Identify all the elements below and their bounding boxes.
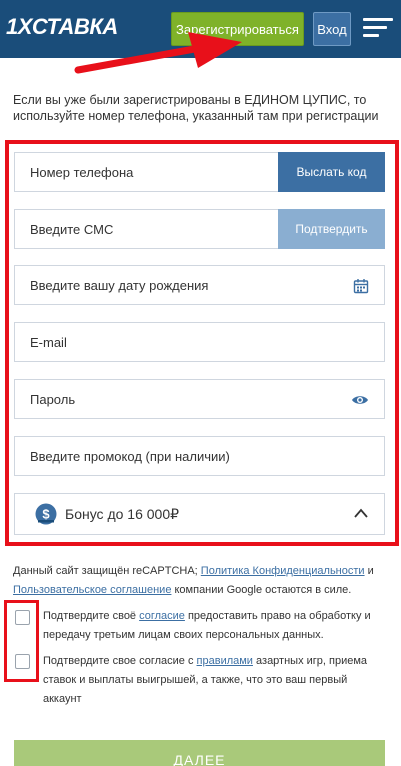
eye-icon[interactable] <box>351 392 369 408</box>
bonus-selector[interactable]: $ Бонус до 16 000₽ <box>14 493 385 535</box>
intro-text: Если вы уже были зарегистрированы в ЕДИН… <box>13 93 379 123</box>
money-bag-icon: $ <box>35 503 57 525</box>
password-label: Пароль <box>30 392 76 407</box>
promo-label: Введите промокод (при наличии) <box>30 449 230 464</box>
consent1-prefix: Подтвердите своё <box>43 610 140 622</box>
promo-field[interactable]: Введите промокод (при наличии) <box>14 436 385 476</box>
consent-personal-data-text: Подтвердите своё согласие предоставить п… <box>43 607 383 645</box>
confirm-button[interactable]: Подтвердить <box>278 209 385 249</box>
rules-link[interactable]: правилами <box>197 655 253 667</box>
recaptcha-notice: Данный сайт защищён reCAPTCHA; Политика … <box>13 562 391 600</box>
consent2-prefix: Подтвердите свое согласие с <box>43 655 197 667</box>
password-field[interactable]: Пароль <box>14 379 385 419</box>
privacy-policy-link[interactable]: Политика Конфиденциальности <box>201 565 365 577</box>
recaptcha-prefix: Данный сайт защищён reCAPTCHA; <box>13 565 201 577</box>
consent-rules-checkbox[interactable] <box>15 654 30 669</box>
login-button[interactable]: Вход <box>313 12 351 46</box>
email-field[interactable]: E-mail <box>14 322 385 362</box>
sms-field[interactable]: Введите СМС Подтвердить <box>14 209 385 249</box>
svg-text:$: $ <box>42 507 50 522</box>
sms-label: Введите СМС <box>30 222 114 237</box>
chevron-up-icon[interactable] <box>354 508 368 518</box>
terms-link[interactable]: Пользовательское соглашение <box>13 584 171 596</box>
calendar-icon[interactable] <box>353 278 369 294</box>
consent-personal-data-checkbox[interactable] <box>15 610 30 625</box>
bonus-label: Бонус до 16 000₽ <box>65 506 180 522</box>
birthdate-field[interactable]: Введите вашу дату рождения <box>14 265 385 305</box>
consent-rules-text: Подтвердите свое согласие с правилами аз… <box>43 652 383 709</box>
recaptcha-and: и <box>364 565 374 577</box>
phone-field[interactable]: Номер телефона Выслать код <box>14 152 385 192</box>
red-arrow-annotation <box>74 32 242 74</box>
phone-label: Номер телефона <box>30 165 134 180</box>
send-code-button[interactable]: Выслать код <box>278 152 385 192</box>
birthdate-label: Введите вашу дату рождения <box>30 278 209 293</box>
hamburger-menu-icon[interactable] <box>363 18 393 38</box>
email-label: E-mail <box>30 335 67 350</box>
consent-link[interactable]: согласие <box>139 610 185 622</box>
next-button[interactable]: ДАЛЕЕ <box>14 740 385 766</box>
recaptcha-suffix: компании Google остаются в силе. <box>171 584 352 596</box>
